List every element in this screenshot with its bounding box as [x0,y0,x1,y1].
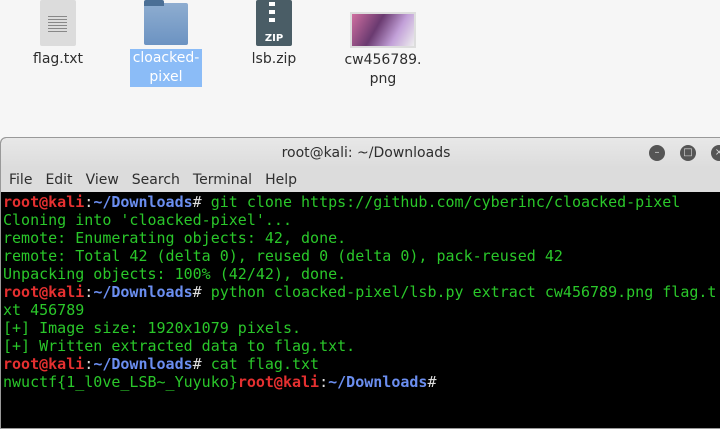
prompt-user: root@kali [3,355,85,373]
prompt-path: ~/Downloads [93,193,193,211]
output-text: Cloning into 'cloacked-pixel'... [3,211,292,229]
menu-terminal[interactable]: Terminal [193,172,252,188]
terminal-line: nwuctf{1_l0ve_LSB~_Yuyuko}root@kali:~/Do… [3,373,720,391]
image-thumbnail-icon [350,12,416,48]
terminal-line: [+] Image size: 1920x1079 pixels. [3,319,720,337]
title-bar[interactable]: root@kali: ~/Downloads – □ × [1,138,720,168]
terminal-line: root@kali:~/Downloads# git clone https:/… [3,193,720,211]
prompt-symbol: # [192,355,211,373]
menu-help[interactable]: Help [265,172,297,188]
zip-icon: ZIP [256,0,292,46]
desktop: flag.txt cloacked- pixel ZIP lsb.zip cw45… [0,0,720,137]
output-text: remote: Total 42 (delta 0), reused 0 (de… [3,247,563,265]
menu-view[interactable]: View [86,172,119,188]
prompt-user: root@kali [3,283,85,301]
command-text: python cloacked-pixel/lsb.py extract cw4… [210,283,717,301]
terminal-line: root@kali:~/Downloads# cat flag.txt [3,355,720,373]
command-text: git clone https://github.com/cyberinc/cl… [210,193,681,211]
terminal-line: Unpacking objects: 100% (42/42), done. [3,265,720,283]
terminal-line: [+] Written extracted data to flag.txt. [3,337,720,355]
terminal-window[interactable]: root@kali: ~/Downloads – □ × File Edit Vie… [0,137,720,429]
terminal-line: remote: Enumerating objects: 42, done. [3,229,720,247]
terminal-line: root@kali:~/Downloads# python cloacked-p… [3,283,720,301]
prompt-user: root@kali [237,373,320,391]
prompt-path: ~/Downloads [93,355,193,373]
text-file-icon [40,0,76,46]
output-text: [+] Written extracted data to flag.txt. [3,337,356,355]
terminal-line: Cloning into 'cloacked-pixel'... [3,211,720,229]
output-text: [+] Image size: 1920x1079 pixels. [3,319,302,337]
minimize-icon[interactable]: – [649,145,665,161]
prompt-symbol: # [192,283,211,301]
output-text: Unpacking objects: 100% (42/42), done. [3,265,347,283]
terminal-output[interactable]: root@kali:~/Downloads# git clone https:/… [1,192,720,392]
close-icon[interactable]: × [711,145,720,161]
prompt-path: ~/Downloads [93,283,193,301]
command-text: xt 456789 [3,301,85,319]
output-text: nwuctf{1_l0ve_LSB~_Yuyuko} [3,373,238,391]
prompt-user: root@kali [3,193,85,211]
output-text: remote: Enumerating objects: 42, done. [3,229,347,247]
maximize-icon[interactable]: □ [680,145,696,161]
prompt-symbol: # [427,373,446,391]
menu-bar: File Edit View Search Terminal Help [1,168,720,192]
file-cw456789-png[interactable]: cw456789. png [338,0,428,89]
terminal-line: xt 456789 [3,301,720,319]
prompt-symbol: # [192,193,211,211]
prompt-sep: : [84,193,94,211]
prompt-path: ~/Downloads [328,373,428,391]
file-flag-txt[interactable]: flag.txt [13,0,103,69]
folder-icon [144,0,188,45]
folder-cloacked-pixel[interactable]: cloacked- pixel [121,0,211,87]
menu-search[interactable]: Search [132,172,180,188]
terminal-line: remote: Total 42 (delta 0), reused 0 (de… [3,247,720,265]
prompt-sep: : [84,283,94,301]
prompt-sep: : [84,355,94,373]
command-text: cat flag.txt [210,355,320,373]
menu-edit[interactable]: Edit [45,172,72,188]
prompt-sep: : [319,373,329,391]
file-lsb-zip[interactable]: ZIP lsb.zip [229,0,319,69]
menu-file[interactable]: File [9,172,32,188]
